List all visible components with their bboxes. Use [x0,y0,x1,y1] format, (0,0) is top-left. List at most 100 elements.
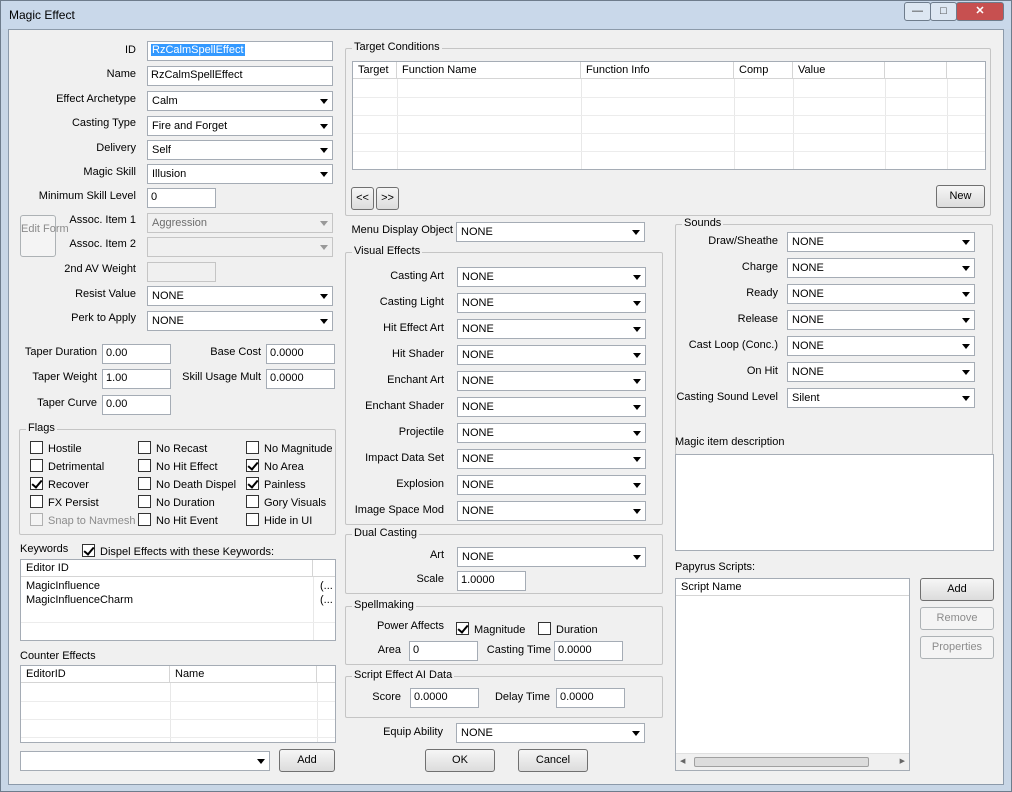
conditions-new-button[interactable]: New [936,185,985,208]
enchant-art-select[interactable]: NONE [457,371,646,391]
taper-curve-field[interactable]: 0.00 [102,395,171,415]
hit-effect-art-select[interactable]: NONE [457,319,646,339]
min-skill-field[interactable]: 0 [147,188,216,208]
conditions-column-extra-1[interactable] [885,62,947,79]
conditions-list[interactable]: Target Function Name Function Info Comp … [352,61,986,170]
casting-light-select[interactable]: NONE [457,293,646,313]
papyrus-hscrollbar[interactable]: ◀ ▶ [676,753,909,770]
effect-archetype-select[interactable]: Calm [147,91,333,111]
flag-no-magnitude-checkbox[interactable]: No Magnitude [246,441,333,455]
flag-no-area-checkbox[interactable]: No Area [246,459,304,473]
close-icon[interactable]: ✕ [956,2,1004,21]
flag-no-death-dispel-checkbox[interactable]: No Death Dispel [138,477,236,491]
sound-ready-select[interactable]: NONE [787,284,975,304]
counter-column-name[interactable]: Name [170,666,317,683]
minimize-icon[interactable]: — [904,2,931,21]
conditions-column-extra-2[interactable] [947,62,985,79]
enchant-shader-select[interactable]: NONE [457,397,646,417]
casting-art-select[interactable]: NONE [457,267,646,287]
dual-scale-field[interactable]: 1.0000 [457,571,526,591]
flag-hide-in-ui-checkbox[interactable]: Hide in UI [246,513,312,527]
taper-duration-field[interactable]: 0.00 [102,344,171,364]
perk-to-apply-select[interactable]: NONE [147,311,333,331]
flag-hostile-checkbox[interactable]: Hostile [30,441,82,455]
flag-no-duration-checkbox[interactable]: No Duration [138,495,215,509]
sound-casting-sound-level-select[interactable]: Silent [787,388,975,408]
counter-column-editorid[interactable]: EditorID [21,666,170,683]
base-cost-field[interactable]: 0.0000 [266,344,335,364]
sound-charge-select[interactable]: NONE [787,258,975,278]
keywords-list[interactable]: Editor ID MagicInfluence (... MagicInflu… [20,559,336,641]
menu-display-select[interactable]: NONE [456,222,645,242]
conditions-column-target[interactable]: Target [353,62,397,79]
edit-form-button[interactable]: Edit Form [20,215,69,257]
counter-add-button[interactable]: Add [279,749,335,772]
cancel-button[interactable]: Cancel [518,749,588,772]
keyword-row-1[interactable]: MagicInfluence [26,580,100,592]
target-conditions-title: Target Conditions [352,41,442,53]
keyword-row-2[interactable]: MagicInfluenceCharm [26,594,133,606]
dispel-keywords-checkbox[interactable]: Dispel Effects with these Keywords: [82,544,274,558]
hit-shader-select[interactable]: NONE [457,345,646,365]
image-space-mod-select[interactable]: NONE [457,501,646,521]
area-field[interactable]: 0 [409,641,478,661]
conditions-next-button[interactable]: >> [376,187,399,210]
flag-fx-persist-checkbox[interactable]: FX Persist [30,495,99,509]
scroll-right-icon[interactable]: ▶ [900,757,905,765]
id-field[interactable]: RzCalmSpellEffect [147,41,333,61]
counter-effects-list[interactable]: EditorID Name [20,665,336,743]
description-field[interactable] [675,454,994,551]
conditions-column-comp[interactable]: Comp [734,62,793,79]
resist-value-select[interactable]: NONE [147,286,333,306]
conditions-column-value[interactable]: Value [793,62,885,79]
flag-painless-checkbox[interactable]: Painless [246,477,306,491]
scroll-left-icon[interactable]: ◀ [680,757,685,765]
conditions-prev-button[interactable]: << [351,187,374,210]
flag-no-hit-effect-checkbox[interactable]: No Hit Effect [138,459,218,473]
keywords-column-extra[interactable] [313,560,335,577]
keywords-column-editor-id[interactable]: Editor ID [21,560,313,577]
assoc-item-1-select[interactable]: Aggression [147,213,333,233]
ok-button[interactable]: OK [425,749,495,772]
casting-type-select[interactable]: Fire and Forget [147,116,333,136]
explosion-select[interactable]: NONE [457,475,646,495]
counter-column-extra[interactable] [317,666,335,683]
score-field[interactable]: 0.0000 [410,688,479,708]
papyrus-properties-button[interactable]: Properties [920,636,994,659]
assoc-item-2-label: Assoc. Item 2 [69,238,136,250]
flag-detrimental-checkbox[interactable]: Detrimental [30,459,104,473]
sound-cast-loop-conc--select[interactable]: NONE [787,336,975,356]
projectile-select[interactable]: NONE [457,423,646,443]
delivery-select[interactable]: Self [147,140,333,160]
name-field[interactable]: RzCalmSpellEffect [147,66,333,86]
taper-weight-field[interactable]: 1.00 [102,369,171,389]
maximize-icon[interactable]: □ [930,2,957,21]
assoc-item-2-select[interactable] [147,237,333,257]
flag-no-hit-event-checkbox[interactable]: No Hit Event [138,513,218,527]
scroll-thumb[interactable] [694,757,869,767]
equip-ability-select[interactable]: NONE [456,723,645,743]
conditions-column-function-name[interactable]: Function Name [397,62,581,79]
magnitude-checkbox[interactable]: Magnitude [456,622,525,636]
flag-gory-visuals-checkbox[interactable]: Gory Visuals [246,495,326,509]
counter-effect-select[interactable] [20,751,270,771]
duration-checkbox[interactable]: Duration [538,622,598,636]
skill-usage-field[interactable]: 0.0000 [266,369,335,389]
papyrus-column-script-name[interactable]: Script Name [676,579,909,596]
impact-data-set-select[interactable]: NONE [457,449,646,469]
flag-snap-to-navmesh-checkbox[interactable]: Snap to Navmesh [30,513,135,527]
papyrus-add-button[interactable]: Add [920,578,994,601]
papyrus-scripts-list[interactable]: Script Name ◀ ▶ [675,578,910,771]
dual-art-select[interactable]: NONE [457,547,646,567]
av-weight-field[interactable] [147,262,216,282]
conditions-column-function-info[interactable]: Function Info [581,62,734,79]
flag-recover-checkbox[interactable]: Recover [30,477,89,491]
casting-time-field[interactable]: 0.0000 [554,641,623,661]
papyrus-remove-button[interactable]: Remove [920,607,994,630]
magic-skill-select[interactable]: Illusion [147,164,333,184]
flag-no-recast-checkbox[interactable]: No Recast [138,441,207,455]
sound-release-select[interactable]: NONE [787,310,975,330]
sound-on-hit-select[interactable]: NONE [787,362,975,382]
delay-time-field[interactable]: 0.0000 [556,688,625,708]
sound-draw-sheathe-select[interactable]: NONE [787,232,975,252]
